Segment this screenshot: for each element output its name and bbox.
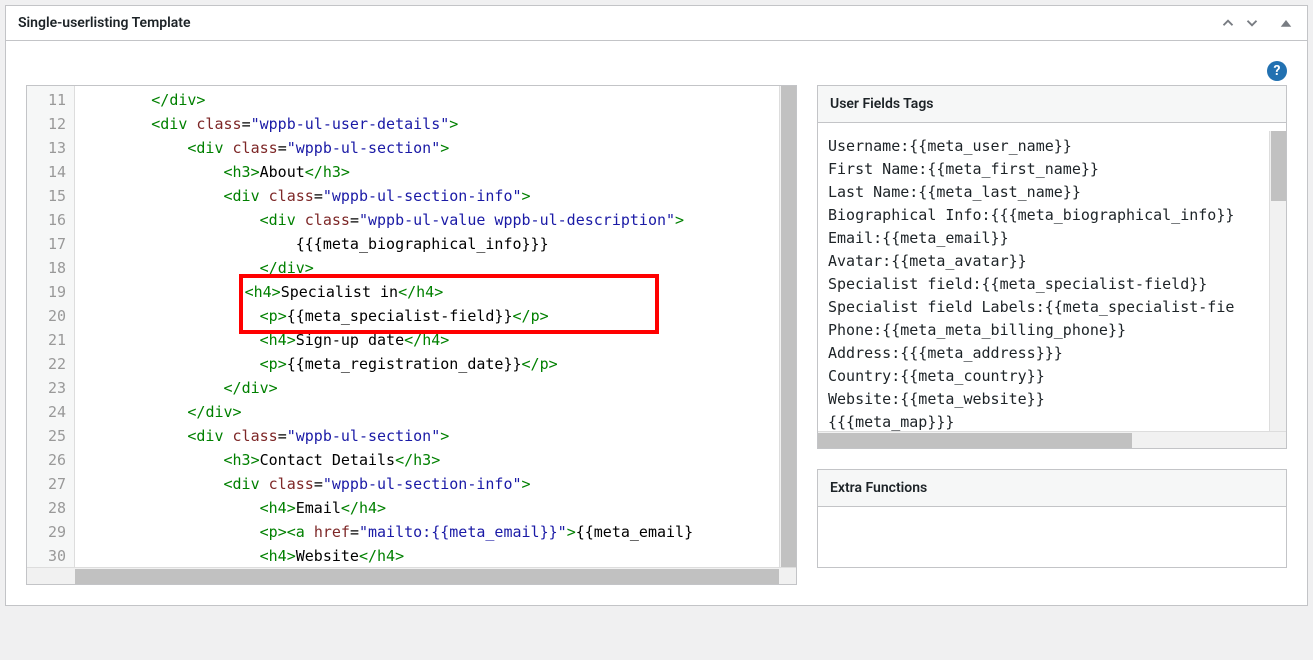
help-icon[interactable]: ? — [1267, 61, 1287, 81]
user-fields-tags-panel: User Fields Tags Username:{{meta_user_na… — [817, 85, 1287, 449]
code-line[interactable]: <p>{{meta_specialist-field}}</p> — [79, 304, 779, 328]
line-number: 18 — [31, 256, 66, 280]
tag-item[interactable]: Address:{{{meta_address}}} — [828, 342, 1259, 365]
code-line[interactable]: <h4>Specialist in</h4> — [79, 280, 779, 304]
line-number: 15 — [31, 184, 66, 208]
code-line[interactable]: <div class="wppb-ul-section-info"> — [79, 184, 779, 208]
line-number: 11 — [31, 88, 66, 112]
tag-item[interactable]: Biographical Info:{{{meta_biographical_i… — [828, 204, 1259, 227]
tags-vscrollbar[interactable] — [1269, 131, 1286, 431]
tags-hscroll-thumb[interactable] — [818, 433, 1132, 448]
chevron-down-icon[interactable] — [1243, 14, 1261, 32]
tag-item[interactable]: Username:{{meta_user_name}} — [828, 135, 1259, 158]
template-panel: Single-userlisting Template ? 1112131415… — [5, 5, 1308, 606]
code-line[interactable]: <h4>Sign-up date</h4> — [79, 328, 779, 352]
tags-header: User Fields Tags — [818, 86, 1286, 123]
extra-functions-panel: Extra Functions — [817, 469, 1287, 568]
editor-vscroll-thumb[interactable] — [781, 86, 796, 567]
tag-item[interactable]: Last Name:{{meta_last_name}} — [828, 181, 1259, 204]
code-editor[interactable]: 1112131415161718192021222324252627282930… — [26, 85, 797, 585]
panel-body: ? 11121314151617181920212223242526272829… — [6, 41, 1307, 605]
code-line[interactable]: <div class="wppb-ul-section-info"> — [79, 472, 779, 496]
code-line[interactable]: <h3>About</h3> — [79, 160, 779, 184]
panel-title: Single-userlisting Template — [18, 15, 191, 31]
tag-item[interactable]: Country:{{meta_country}} — [828, 365, 1259, 388]
line-number: 28 — [31, 496, 66, 520]
line-number: 25 — [31, 424, 66, 448]
chevron-up-icon[interactable] — [1219, 14, 1237, 32]
code-line[interactable]: </div> — [79, 376, 779, 400]
code-line[interactable]: <div class="wppb-ul-value wppb-ul-descri… — [79, 208, 779, 232]
panel-controls — [1219, 14, 1295, 32]
code-line[interactable]: <p>{{meta_registration_date}}</p> — [79, 352, 779, 376]
line-number: 30 — [31, 544, 66, 567]
line-number: 17 — [31, 232, 66, 256]
tags-hscrollbar[interactable] — [818, 431, 1286, 448]
tag-item[interactable]: Phone:{{meta_meta_billing_phone}} — [828, 319, 1259, 342]
panel-header: Single-userlisting Template — [6, 6, 1307, 41]
editor-vscrollbar[interactable] — [779, 86, 796, 567]
line-number: 27 — [31, 472, 66, 496]
line-gutter: 1112131415161718192021222324252627282930… — [27, 86, 75, 567]
code-line[interactable]: <h4>Email</h4> — [79, 496, 779, 520]
code-line[interactable]: </div> — [79, 256, 779, 280]
code-line[interactable]: <div class="wppb-ul-user-details"> — [79, 112, 779, 136]
line-number: 24 — [31, 400, 66, 424]
sidebar: User Fields Tags Username:{{meta_user_na… — [817, 85, 1287, 585]
line-number: 23 — [31, 376, 66, 400]
tag-item[interactable]: {{{meta_map}}} — [828, 411, 1259, 431]
collapse-triangle-icon[interactable] — [1277, 14, 1295, 32]
code-line[interactable]: </div> — [79, 400, 779, 424]
line-number: 20 — [31, 304, 66, 328]
extra-body — [818, 507, 1286, 567]
tag-item[interactable]: Email:{{meta_email}} — [828, 227, 1259, 250]
line-number: 26 — [31, 448, 66, 472]
extra-header: Extra Functions — [818, 470, 1286, 507]
line-number: 22 — [31, 352, 66, 376]
code-line[interactable]: <h3>Contact Details</h3> — [79, 448, 779, 472]
code-area[interactable]: </div> <div class="wppb-ul-user-details"… — [75, 86, 779, 567]
line-number: 12 — [31, 112, 66, 136]
code-line[interactable]: {{{meta_biographical_info}}} — [79, 232, 779, 256]
text-cursor — [242, 284, 243, 302]
code-line[interactable]: <p><a href="mailto:{{meta_email}}">{{met… — [79, 520, 779, 544]
tag-item[interactable]: Website:{{meta_website}} — [828, 388, 1259, 411]
line-number: 21 — [31, 328, 66, 352]
tag-item[interactable]: Specialist field:{{meta_specialist-field… — [828, 273, 1259, 296]
code-line[interactable]: <div class="wppb-ul-section"> — [79, 136, 779, 160]
line-number: 19 — [31, 280, 66, 304]
tag-item[interactable]: Avatar:{{meta_avatar}} — [828, 250, 1259, 273]
tags-list[interactable]: Username:{{meta_user_name}}First Name:{{… — [818, 131, 1269, 431]
tags-vscroll-thumb[interactable] — [1271, 131, 1286, 201]
line-number: 13 — [31, 136, 66, 160]
tag-item[interactable]: Specialist field Labels:{{meta_specialis… — [828, 296, 1259, 319]
line-number: 29 — [31, 520, 66, 544]
code-line[interactable]: <h4>Website</h4> — [79, 544, 779, 567]
editor-hscroll-thumb[interactable] — [75, 569, 779, 584]
code-line[interactable]: <div class="wppb-ul-section"> — [79, 424, 779, 448]
code-line[interactable]: </div> — [79, 88, 779, 112]
tag-item[interactable]: First Name:{{meta_first_name}} — [828, 158, 1259, 181]
line-number: 14 — [31, 160, 66, 184]
editor-hscrollbar[interactable] — [27, 567, 796, 584]
line-number: 16 — [31, 208, 66, 232]
